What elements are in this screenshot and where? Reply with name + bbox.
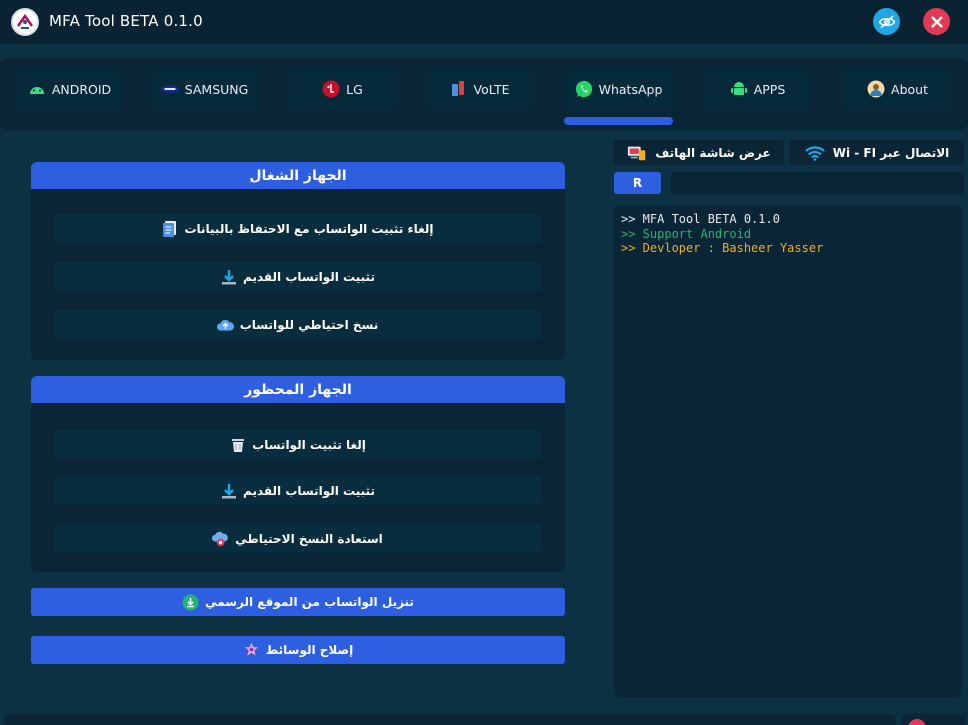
uninstall-whatsapp-button[interactable]: إلغا تثبيت الواتساب [54, 430, 541, 459]
action-label: إلغاء تثبيت الواتساب مع الاحتفاظ بالبيان… [184, 221, 434, 236]
running-device-panel: الجهاز الشغال إلغاء تثبيت الواتساب مع ال… [31, 162, 565, 360]
action-label: نسخ احتياطي للواتساب [239, 317, 379, 332]
eye-off-icon [878, 14, 895, 29]
tab-samsung[interactable]: SAMSUNG [150, 68, 259, 110]
r-button[interactable]: R [614, 172, 661, 194]
tab-bar: ANDROID SAMSUNG LG VoLTE WhatsApp APPS A… [0, 58, 968, 130]
tab-whatsapp[interactable]: WhatsApp [564, 68, 673, 110]
action-label: تثبيت الواتساب القديم [243, 483, 375, 498]
phone-screen-icon [627, 144, 647, 162]
download-official-whatsapp-button[interactable]: تنزيل الواتساب من الموقع الرسمي [31, 588, 565, 616]
lg-icon [322, 80, 340, 98]
wifi-icon [804, 144, 825, 162]
hide-button[interactable] [873, 8, 900, 35]
whatsapp-icon [575, 80, 593, 98]
action-label: إصلاح الوسائط [265, 643, 354, 657]
action-label: تثبيت الواتساب القديم [243, 269, 375, 284]
window-title: MFA Tool BETA 0.1.0 [49, 12, 203, 30]
blocked-device-panel: الجهاز المحظور إلغا تثبيت الواتساب تثبيت… [31, 376, 565, 572]
install-old-whatsapp-blocked-button[interactable]: تثبيت الواتساب القديم [54, 476, 541, 505]
close-icon [930, 15, 943, 28]
tab-lg[interactable]: LG [288, 68, 397, 110]
tab-label: APPS [753, 81, 786, 97]
log-line: >> MFA Tool BETA 0.1.0 [621, 212, 780, 226]
action-label: استعادة النسخ الاحتياطي [235, 531, 383, 546]
download-icon [220, 268, 237, 285]
action-label: إلغا تثبيت الواتساب [252, 437, 366, 452]
android-icon [28, 80, 46, 98]
tab-android[interactable]: ANDROID [15, 68, 124, 110]
install-old-whatsapp-button[interactable]: تثبيت الواتساب القديم [54, 262, 541, 291]
tab-label: SAMSUNG [184, 81, 249, 97]
title-bar: MFA Tool BETA 0.1.0 [0, 0, 968, 44]
uninstall-keep-data-button[interactable]: إلغاء تثبيت الواتساب مع الاحتفاظ بالبيان… [54, 214, 541, 243]
fix-media-button[interactable]: إصلاح الوسائط [31, 636, 565, 664]
tab-apps[interactable]: APPS [703, 68, 812, 110]
samsung-icon [160, 80, 179, 98]
apps-icon [730, 80, 748, 98]
restore-backup-button[interactable]: استعادة النسخ الاحتياطي [54, 524, 541, 553]
volte-icon [449, 80, 467, 98]
panel-title: الجهاز الشغال [31, 162, 565, 189]
tab-label: LG [346, 81, 363, 97]
tab-volte[interactable]: VoLTE [425, 68, 534, 110]
button-label: عرض شاشة الهاتف [655, 145, 771, 160]
show-phone-screen-button[interactable]: عرض شاشة الهاتف [614, 140, 784, 165]
tab-label: VoLTE [473, 81, 510, 97]
cloud-upload-icon [216, 316, 234, 333]
tab-about[interactable]: About [843, 68, 952, 110]
panel-title: الجهاز المحظور [31, 376, 565, 403]
media-fix-icon [243, 642, 260, 659]
action-label: تنزيل الواتساب من الموقع الرسمي [205, 595, 414, 609]
tab-label: About [891, 81, 928, 97]
active-tab-indicator [564, 117, 673, 125]
backup-whatsapp-button[interactable]: نسخ احتياطي للواتساب [54, 310, 541, 339]
status-bar [4, 714, 896, 725]
command-input[interactable] [671, 172, 964, 194]
trash-icon [229, 436, 246, 453]
download-icon [220, 482, 237, 499]
about-icon [867, 80, 885, 98]
app-logo-icon [11, 8, 39, 36]
cloud-restore-icon [212, 530, 229, 547]
download-circle-icon [182, 594, 199, 611]
log-console: >> MFA Tool BETA 0.1.0 >> Support Androi… [614, 205, 962, 697]
log-line: >> Support Android [621, 226, 752, 241]
log-line: >> Devloper : Basheer Yasser [621, 241, 824, 255]
tab-label: ANDROID [51, 81, 112, 97]
button-label: الاتصال عبر Wi - FI [832, 145, 950, 160]
close-button[interactable] [923, 8, 950, 35]
document-icon [161, 220, 178, 237]
wifi-connect-button[interactable]: الاتصال عبر Wi - FI [790, 140, 964, 165]
tab-label: WhatsApp [598, 81, 663, 97]
